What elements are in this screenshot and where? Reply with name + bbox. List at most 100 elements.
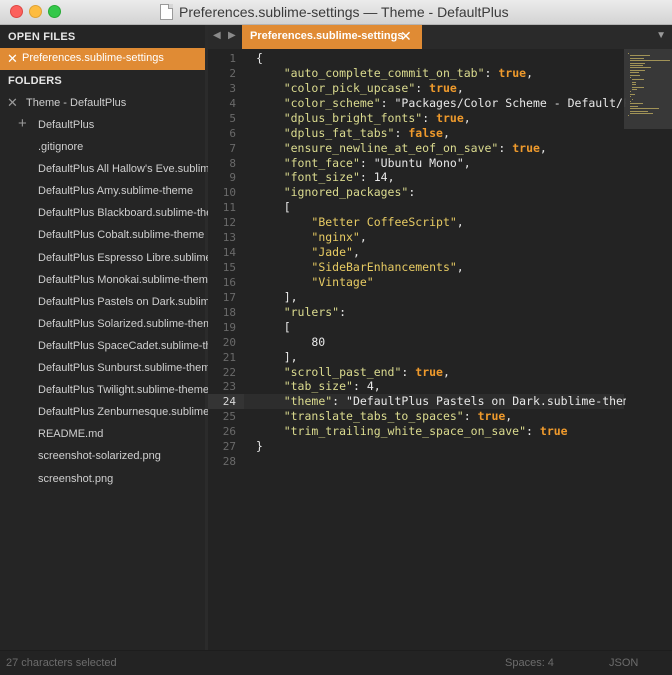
sidebar-file-item[interactable]: DefaultPlus Blackboard.sublime-theme: [38, 207, 208, 219]
sidebar-file-item[interactable]: DefaultPlus Espresso Libre.sublime-theme: [38, 252, 208, 264]
code-line[interactable]: "SideBarEnhancements",: [256, 260, 463, 275]
line-number: 20: [222, 335, 236, 349]
line-number: 27: [222, 440, 236, 454]
syntax-status[interactable]: JSON: [609, 657, 638, 669]
minimap-line: [630, 77, 631, 78]
line-number: 11: [222, 201, 236, 215]
sidebar-file-item[interactable]: screenshot.png: [38, 473, 113, 485]
line-number: 21: [222, 350, 236, 364]
tab-preferences[interactable]: Preferences.sublime-settings ✕: [242, 25, 422, 49]
code-line[interactable]: 80: [256, 335, 325, 350]
sidebar-file-item[interactable]: .gitignore: [38, 141, 83, 153]
sidebar-file-item[interactable]: DefaultPlus Amy.sublime-theme: [38, 185, 193, 197]
minimap-line: [630, 91, 632, 93]
line-number: 6: [229, 126, 236, 140]
code-line[interactable]: [: [256, 320, 291, 335]
open-file-item[interactable]: ✕ Preferences.sublime-settings: [0, 48, 208, 70]
minimap-line: [630, 55, 650, 57]
minimap-line: [632, 84, 636, 86]
open-file-label: Preferences.sublime-settings: [22, 52, 164, 64]
indentation-status[interactable]: Spaces: 4: [505, 657, 554, 669]
root-folder[interactable]: Theme - DefaultPlus: [26, 97, 126, 109]
code-line[interactable]: "auto_complete_commit_on_tab": true,: [256, 66, 533, 81]
tab-dropdown-icon[interactable]: ▼: [656, 30, 666, 41]
code-line[interactable]: "dplus_fat_tabs": false,: [256, 126, 450, 141]
line-number: 17: [222, 290, 236, 304]
sidebar-file-item[interactable]: DefaultPlus Sunburst.sublime-theme: [38, 362, 208, 374]
tab-prev-arrow-icon[interactable]: ◀: [213, 30, 221, 41]
line-number: 28: [222, 455, 236, 469]
tab-close-icon[interactable]: ✕: [400, 28, 412, 45]
minimap-line: [630, 108, 660, 110]
code-line[interactable]: "color_pick_upcase": true,: [256, 81, 464, 96]
expand-folder-icon[interactable]: +: [18, 115, 27, 132]
tab-next-arrow-icon[interactable]: ▶: [228, 30, 236, 41]
zoom-window-button[interactable]: [48, 5, 61, 18]
window-title: Preferences.sublime-settings — Theme - D…: [179, 4, 509, 20]
line-number: 16: [222, 275, 236, 289]
line-number: 8: [229, 156, 236, 170]
code-line[interactable]: ],: [256, 350, 298, 365]
tab-bar: ◀ ▶ Preferences.sublime-settings ✕ ▼: [208, 25, 672, 49]
close-window-button[interactable]: [10, 5, 23, 18]
sidebar-file-item[interactable]: DefaultPlus Twilight.sublime-theme: [38, 384, 208, 396]
line-number: 15: [222, 261, 236, 275]
minimap-line: [632, 86, 645, 88]
code-area[interactable]: { "auto_complete_commit_on_tab": true, "…: [256, 49, 626, 650]
selection-status: 27 characters selected: [6, 657, 117, 669]
minimap-line: [630, 110, 649, 112]
code-line[interactable]: "Better CoffeeScript",: [256, 215, 463, 230]
sidebar-file-item[interactable]: README.md: [38, 428, 103, 440]
sidebar-file-item[interactable]: DefaultPlus Zenburnesque.sublime-theme: [38, 406, 208, 418]
sidebar-file-item[interactable]: DefaultPlus Cobalt.sublime-theme: [38, 229, 204, 241]
minimap-line: [630, 72, 639, 74]
sidebar-file-item[interactable]: DefaultPlus Solarized.sublime-theme: [38, 318, 208, 330]
minimap-line: [630, 67, 651, 69]
code-line[interactable]: ],: [256, 290, 298, 305]
editor-pane[interactable]: 1 2 3 4 5 6 7 8 9 10 11 12 13 14 15 16 17 18 19 20 21 22 23 24 2…: [208, 49, 672, 650]
code-line[interactable]: "font_face": "Ubuntu Mono",: [256, 156, 471, 171]
minimap-line: [630, 65, 644, 66]
code-line[interactable]: [: [256, 200, 291, 215]
open-files-heading: OPEN FILES: [8, 31, 76, 43]
close-file-icon[interactable]: ✕: [7, 51, 18, 67]
minimize-window-button[interactable]: [29, 5, 42, 18]
minimap-line: [630, 103, 644, 105]
sublime-window: Preferences.sublime-settings — Theme - D…: [0, 0, 672, 675]
code-line[interactable]: "Jade",: [256, 245, 359, 260]
line-number: 9: [229, 171, 236, 185]
line-number: 18: [222, 305, 236, 319]
code-line[interactable]: "ensure_newline_at_eof_on_save": true,: [256, 141, 547, 156]
code-line[interactable]: "tab_size": 4,: [256, 379, 381, 394]
code-line[interactable]: "trim_trailing_white_space_on_save": tru…: [256, 424, 568, 439]
code-line[interactable]: "font_size": 14,: [256, 170, 395, 185]
code-line[interactable]: "color_scheme": "Packages/Color Scheme -…: [256, 96, 626, 111]
sidebar-file-item[interactable]: screenshot-solarized.png: [38, 450, 161, 462]
minimap-line: [630, 62, 645, 64]
code-line[interactable]: "nginx",: [256, 230, 366, 245]
code-line[interactable]: "ignored_packages":: [256, 185, 416, 200]
code-line[interactable]: {: [256, 51, 263, 66]
minimap-line: [630, 105, 638, 107]
code-line[interactable]: "dplus_bright_fonts": true,: [256, 111, 471, 126]
subfolder-item[interactable]: DefaultPlus: [38, 119, 94, 131]
code-line[interactable]: "theme": "DefaultPlus Pastels on Dark.su…: [256, 394, 626, 409]
sidebar-file-item[interactable]: DefaultPlus SpaceCadet.sublime-theme: [38, 340, 208, 352]
sidebar-file-item[interactable]: DefaultPlus Monokai.sublime-theme: [38, 274, 208, 286]
line-number: 4: [229, 96, 236, 110]
code-line[interactable]: }: [256, 439, 263, 454]
minimap-line: [630, 96, 631, 98]
line-number: 14: [222, 246, 236, 260]
code-line[interactable]: "rulers":: [256, 305, 346, 320]
sidebar-file-item[interactable]: DefaultPlus All Hallow's Eve.sublime-the…: [38, 163, 208, 175]
sidebar-file-item[interactable]: DefaultPlus Pastels on Dark.sublime-them…: [38, 296, 208, 308]
line-number: 5: [229, 111, 236, 125]
code-line[interactable]: "Vintage": [256, 275, 373, 290]
code-line[interactable]: "translate_tabs_to_spaces": true,: [256, 409, 513, 424]
line-number: 25: [222, 410, 236, 424]
minimap[interactable]: [624, 49, 672, 129]
close-folder-icon[interactable]: ✕: [7, 95, 18, 111]
code-line[interactable]: "scroll_past_end": true,: [256, 365, 450, 380]
line-number: 1: [229, 52, 236, 65]
folders-heading: FOLDERS: [8, 75, 62, 87]
